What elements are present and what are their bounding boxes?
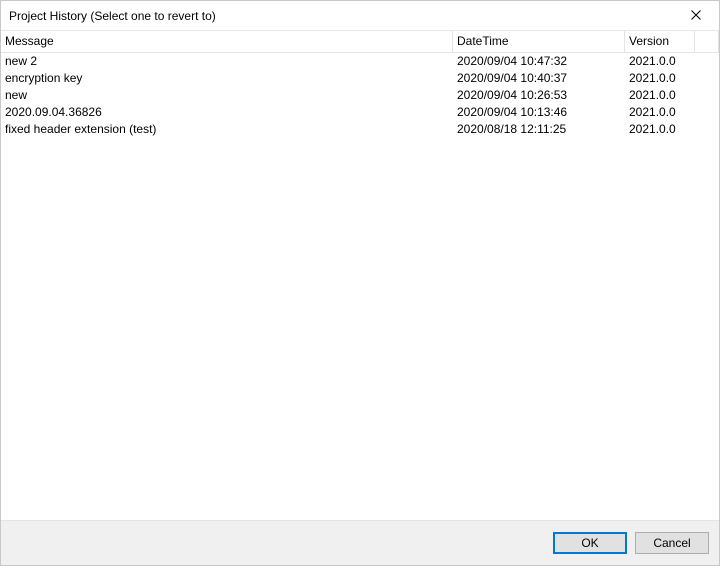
cancel-button[interactable]: Cancel: [635, 532, 709, 554]
table-row-spacer: [695, 121, 719, 138]
ok-button[interactable]: OK: [553, 532, 627, 554]
table-row-version[interactable]: 2021.0.0: [625, 87, 695, 104]
table-row-version[interactable]: 2021.0.0: [625, 53, 695, 70]
column-header-version[interactable]: Version: [625, 31, 695, 53]
table-row-spacer: [695, 70, 719, 87]
dialog-window: Project History (Select one to revert to…: [0, 0, 720, 566]
close-button[interactable]: [673, 1, 719, 31]
column-header-datetime[interactable]: DateTime: [453, 31, 625, 53]
table-row-datetime[interactable]: 2020/08/18 12:11:25: [453, 121, 625, 138]
table-row-message[interactable]: fixed header extension (test): [1, 121, 453, 138]
table-row-version[interactable]: 2021.0.0: [625, 121, 695, 138]
table-row-datetime[interactable]: 2020/09/04 10:13:46: [453, 104, 625, 121]
table-row-datetime[interactable]: 2020/09/04 10:40:37: [453, 70, 625, 87]
table-row-spacer: [695, 53, 719, 70]
close-icon: [691, 9, 701, 23]
table-row-version[interactable]: 2021.0.0: [625, 70, 695, 87]
window-title: Project History (Select one to revert to…: [9, 9, 673, 23]
table-row-message[interactable]: new 2: [1, 53, 453, 70]
table-row-version[interactable]: 2021.0.0: [625, 104, 695, 121]
dialog-footer: OK Cancel: [1, 521, 719, 565]
table-row-datetime[interactable]: 2020/09/04 10:26:53: [453, 87, 625, 104]
table-row-datetime[interactable]: 2020/09/04 10:47:32: [453, 53, 625, 70]
column-header-message[interactable]: Message: [1, 31, 453, 53]
table-row-message[interactable]: 2020.09.04.36826: [1, 104, 453, 121]
titlebar: Project History (Select one to revert to…: [1, 1, 719, 31]
column-header-spacer: [695, 31, 719, 53]
table-row-message[interactable]: encryption key: [1, 70, 453, 87]
table-row-spacer: [695, 87, 719, 104]
table-row-spacer: [695, 104, 719, 121]
table-row-message[interactable]: new: [1, 87, 453, 104]
history-list[interactable]: Message DateTime Version new 22020/09/04…: [1, 31, 719, 521]
